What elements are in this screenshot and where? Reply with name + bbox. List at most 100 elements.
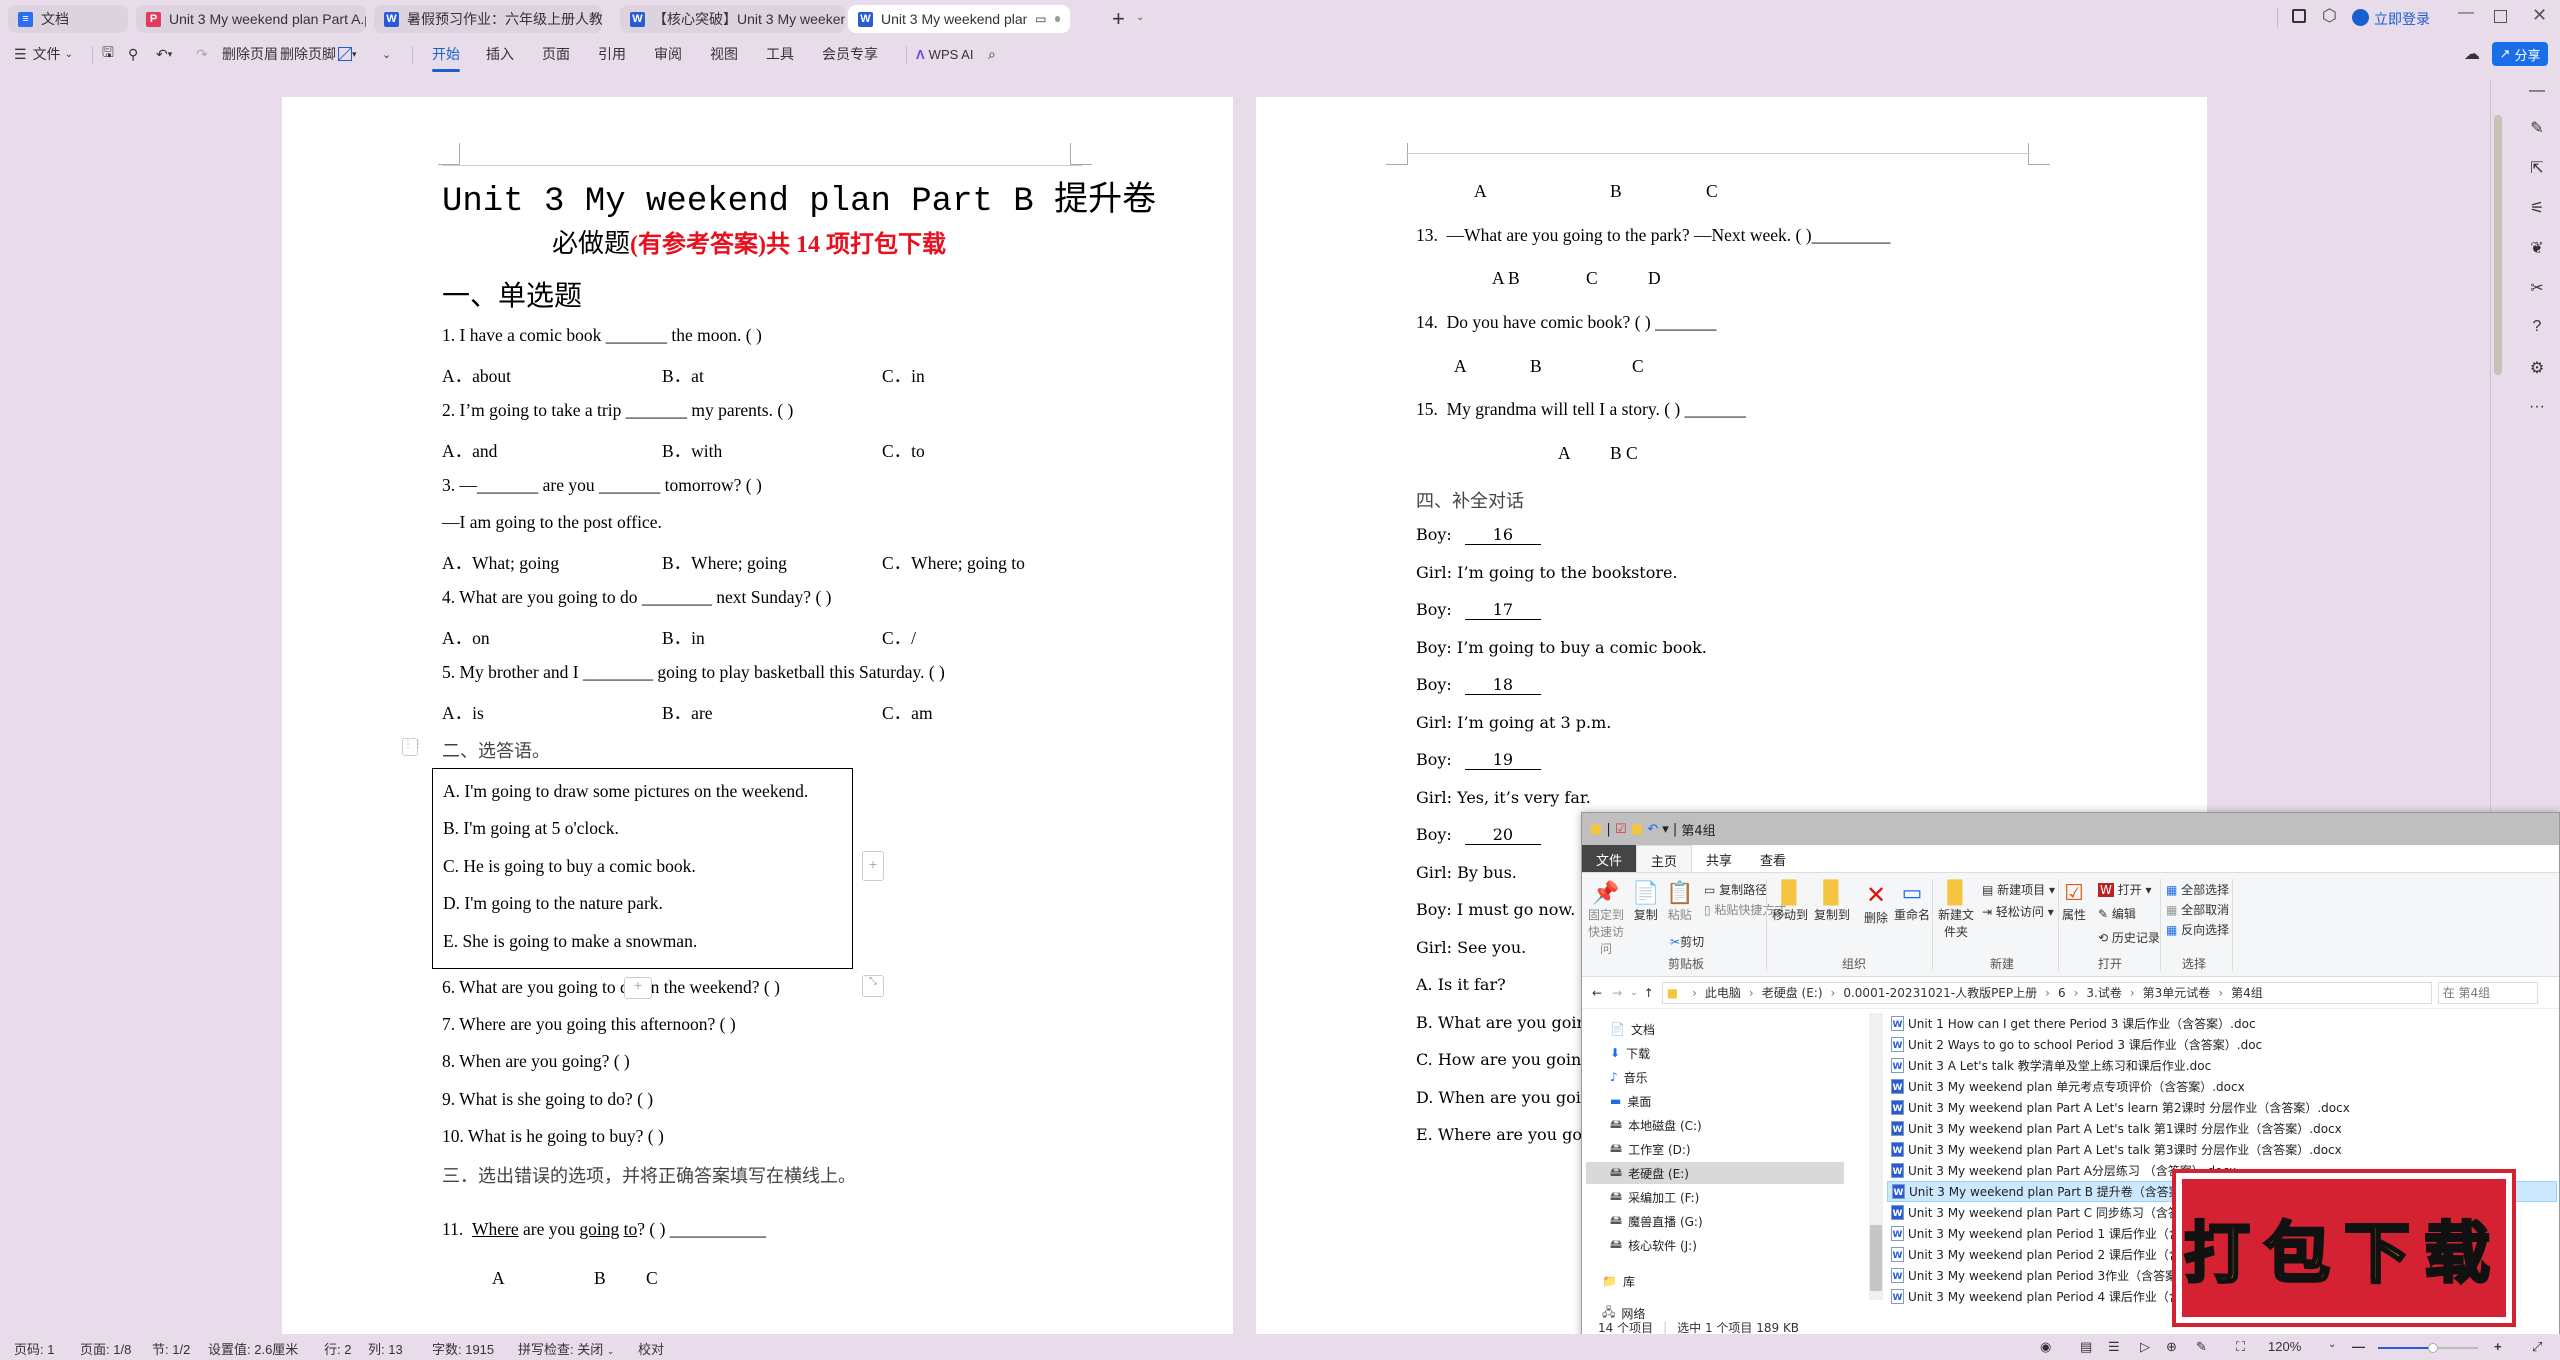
properties-icon[interactable]: ☑ bbox=[1615, 822, 1627, 837]
menu-insert[interactable]: 插入 bbox=[486, 44, 514, 64]
forward-icon[interactable]: → bbox=[1612, 986, 1622, 1000]
breadcrumb-separator-icon[interactable]: › bbox=[1831, 986, 1836, 1000]
breadcrumb-item[interactable]: 老硬盘 (E:) bbox=[1762, 984, 1823, 1001]
file-item[interactable]: W Unit 3 My weekend plan Part A Let's tal… bbox=[1887, 1118, 2557, 1139]
wps-ai-button[interactable]: Λ WPS AI bbox=[916, 44, 973, 64]
nav-scrollbar[interactable] bbox=[1869, 1013, 1883, 1300]
play-icon[interactable]: ▷ bbox=[2140, 1339, 2150, 1355]
nav-item[interactable]: ⬇ 下载 bbox=[1610, 1042, 1650, 1064]
tab-summer-homework[interactable]: W 暑假预习作业：六年级上册人教PEP bbox=[374, 5, 602, 33]
file-menu[interactable]: ☰ 文件 ⌄ bbox=[14, 44, 73, 64]
restore-button[interactable] bbox=[2494, 10, 2507, 23]
tools-icon[interactable]: ✂ bbox=[2522, 278, 2552, 302]
delete-footer-button[interactable]: 删除页脚 bbox=[280, 44, 336, 64]
fit-page-icon[interactable]: ⛶ bbox=[2236, 1339, 2245, 1355]
web-view-icon[interactable]: ⊕ bbox=[2166, 1339, 2177, 1355]
redo-icon[interactable]: ↷ bbox=[196, 44, 208, 64]
vertical-scrollbar[interactable] bbox=[2494, 115, 2502, 375]
tab-list-chevron-icon[interactable]: ⌄ bbox=[1136, 12, 1144, 23]
status-page-code[interactable]: 页码: 1 bbox=[14, 1339, 54, 1358]
table-resize-icon[interactable]: ⤡ bbox=[862, 975, 884, 997]
explorer-tab-view[interactable]: 查看 bbox=[1746, 845, 1800, 872]
minimize-button[interactable]: — bbox=[2458, 4, 2474, 22]
nav-item[interactable]: 🖴 采编加工 (F:) bbox=[1610, 1186, 1699, 1208]
collapse-icon[interactable]: — bbox=[2522, 82, 2552, 106]
status-page[interactable]: 页面: 1/8 bbox=[80, 1339, 131, 1358]
nav-item[interactable]: 🖴 老硬盘 (E:) bbox=[1586, 1162, 1844, 1184]
page-view-icon[interactable]: ▤ bbox=[2080, 1339, 2092, 1355]
zoom-slider-knob[interactable] bbox=[2428, 1343, 2438, 1353]
file-item[interactable]: W Unit 3 My weekend plan 单元考点专项评价（含答案）.do… bbox=[1887, 1076, 2557, 1097]
close-button[interactable]: ✕ bbox=[2532, 5, 2547, 26]
breadcrumb-item[interactable]: 3.试卷 bbox=[2086, 984, 2121, 1001]
zoom-out-button[interactable]: — bbox=[2352, 1339, 2365, 1354]
select-none-button[interactable]: ▦ 全部取消 bbox=[2166, 901, 2229, 918]
cube-icon[interactable]: ⬡ bbox=[2322, 6, 2337, 26]
paste-button[interactable]: 📋 粘贴 bbox=[1666, 881, 1693, 923]
history-button[interactable]: ⟲ 历史记录 bbox=[2098, 929, 2160, 946]
copy-to-button[interactable]: ▉ 复制到 bbox=[1814, 881, 1850, 923]
menu-start[interactable]: 开始 bbox=[432, 44, 460, 72]
save-icon[interactable]: 🖫 bbox=[102, 44, 114, 64]
share-button[interactable]: ↗ 分享 bbox=[2492, 42, 2548, 66]
tab-pdf[interactable]: P Unit 3 My weekend plan Part A.pdf bbox=[136, 5, 366, 33]
new-tab-plus-icon[interactable]: + bbox=[1112, 6, 1125, 32]
login-link[interactable]: 立即登录 bbox=[2374, 9, 2430, 29]
address-bar[interactable]: ■ › 此电脑 › 老硬盘 (E:) › 0.0001-20231021-人教版PEP上册 ›… bbox=[1661, 981, 2432, 1004]
explorer-tab-home[interactable]: 主页 bbox=[1636, 845, 1693, 872]
user-avatar-icon[interactable] bbox=[2352, 9, 2369, 26]
window-layout-icon[interactable] bbox=[2292, 9, 2306, 23]
search-box[interactable]: 在 第4组 bbox=[2437, 981, 2538, 1004]
open-button[interactable]: W 打开 ▾ bbox=[2098, 881, 2152, 898]
copy-button[interactable]: 📄 复制 bbox=[1632, 881, 1659, 923]
fullscreen-icon[interactable]: ⤢ bbox=[2532, 1339, 2542, 1355]
nav-item[interactable]: 🖴 核心软件 (J:) bbox=[1610, 1234, 1697, 1256]
new-folder-button[interactable]: ▉ 新建文件夹 bbox=[1938, 881, 1974, 940]
nav-item[interactable]: 📄 文档 bbox=[1610, 1018, 1655, 1040]
file-item[interactable]: W Unit 3 My weekend plan Part A Let's tal… bbox=[1887, 1139, 2557, 1160]
up-icon[interactable]: ↑ bbox=[1644, 986, 1654, 1000]
file-item[interactable]: W Unit 3 A Let's talk 教学清单及堂上练习和课后作业.doc bbox=[1887, 1055, 2557, 1076]
breadcrumb-item[interactable]: 0.0001-20231021-人教版PEP上册 bbox=[1843, 984, 2037, 1001]
cut-button[interactable]: ✂剪切 bbox=[1670, 933, 1704, 950]
breadcrumb-separator-icon[interactable]: › bbox=[2045, 986, 2050, 1000]
nav-item[interactable]: 🖴 工作室 (D:) bbox=[1610, 1138, 1691, 1160]
eye-icon[interactable]: ◉ bbox=[2040, 1339, 2051, 1355]
new-item-button[interactable]: ▤ 新建项目 ▾ bbox=[1982, 881, 2055, 898]
pin-quick-access-button[interactable]: 📌 固定到快速访问 bbox=[1586, 881, 1626, 957]
new-folder-quick-icon[interactable]: ■ bbox=[1631, 822, 1643, 837]
tab-core-breakthrough[interactable]: W 【核心突破】Unit 3 My weekend bbox=[620, 5, 845, 33]
breadcrumb-item[interactable]: 第4组 bbox=[2231, 984, 2263, 1001]
cursor-icon[interactable]: ⇱ bbox=[2522, 158, 2552, 182]
delete-button[interactable]: ✕ 删除 bbox=[1864, 881, 1888, 926]
zoom-in-button[interactable]: + bbox=[2494, 1339, 2502, 1354]
tab-close-dot[interactable] bbox=[1054, 16, 1060, 22]
help-icon[interactable]: ? bbox=[2522, 318, 2552, 342]
breadcrumb-item[interactable]: 6 bbox=[2058, 986, 2066, 1000]
edit-button[interactable]: ✎ 编辑 bbox=[2098, 905, 2136, 922]
tab-docs[interactable]: ≡ 文档 bbox=[8, 5, 128, 33]
spell-check-toggle[interactable]: 拼写检查: 关闭 ⌄ bbox=[518, 1339, 614, 1358]
undo-icon[interactable]: ↶ bbox=[1647, 822, 1658, 837]
zoom-chevron-icon[interactable]: ⌄ bbox=[2328, 1339, 2336, 1350]
invert-selection-button[interactable]: ▦ 反向选择 bbox=[2166, 921, 2229, 938]
tab-part-b-active[interactable]: W Unit 3 My weekend plan Part B ▭ bbox=[848, 5, 1070, 33]
select-all-button[interactable]: ▦ 全部选择 bbox=[2166, 881, 2229, 898]
format-painter-icon[interactable]: ⚲ bbox=[128, 44, 138, 64]
nav-item[interactable]: ♪ 音乐 bbox=[1610, 1066, 1648, 1088]
pen-view-icon[interactable]: ✎ bbox=[2196, 1339, 2207, 1355]
properties-button[interactable]: ☑ 属性 bbox=[2062, 881, 2086, 923]
nav-item[interactable]: 🖴 魔兽直播 (G:) bbox=[1610, 1210, 1703, 1232]
outline-view-icon[interactable]: ☰ bbox=[2108, 1339, 2120, 1355]
back-icon[interactable]: ← bbox=[1592, 986, 1602, 1000]
undo-icon[interactable]: ↶ ▾ bbox=[156, 44, 172, 64]
file-item[interactable]: W Unit 2 Ways to go to school Period 3 课后… bbox=[1887, 1034, 2557, 1055]
menu-page[interactable]: 页面 bbox=[542, 44, 570, 64]
more-icon[interactable]: ··· bbox=[2522, 398, 2552, 422]
menu-tools[interactable]: 工具 bbox=[766, 44, 794, 64]
breadcrumb-separator-icon[interactable]: › bbox=[2218, 986, 2223, 1000]
search-icon[interactable]: ⌕ bbox=[988, 44, 996, 64]
breadcrumb-separator-icon[interactable]: › bbox=[1749, 986, 1754, 1000]
menu-review[interactable]: 审阅 bbox=[654, 44, 682, 64]
table-handle-icon[interactable]: ⋮⋮ bbox=[402, 738, 423, 756]
